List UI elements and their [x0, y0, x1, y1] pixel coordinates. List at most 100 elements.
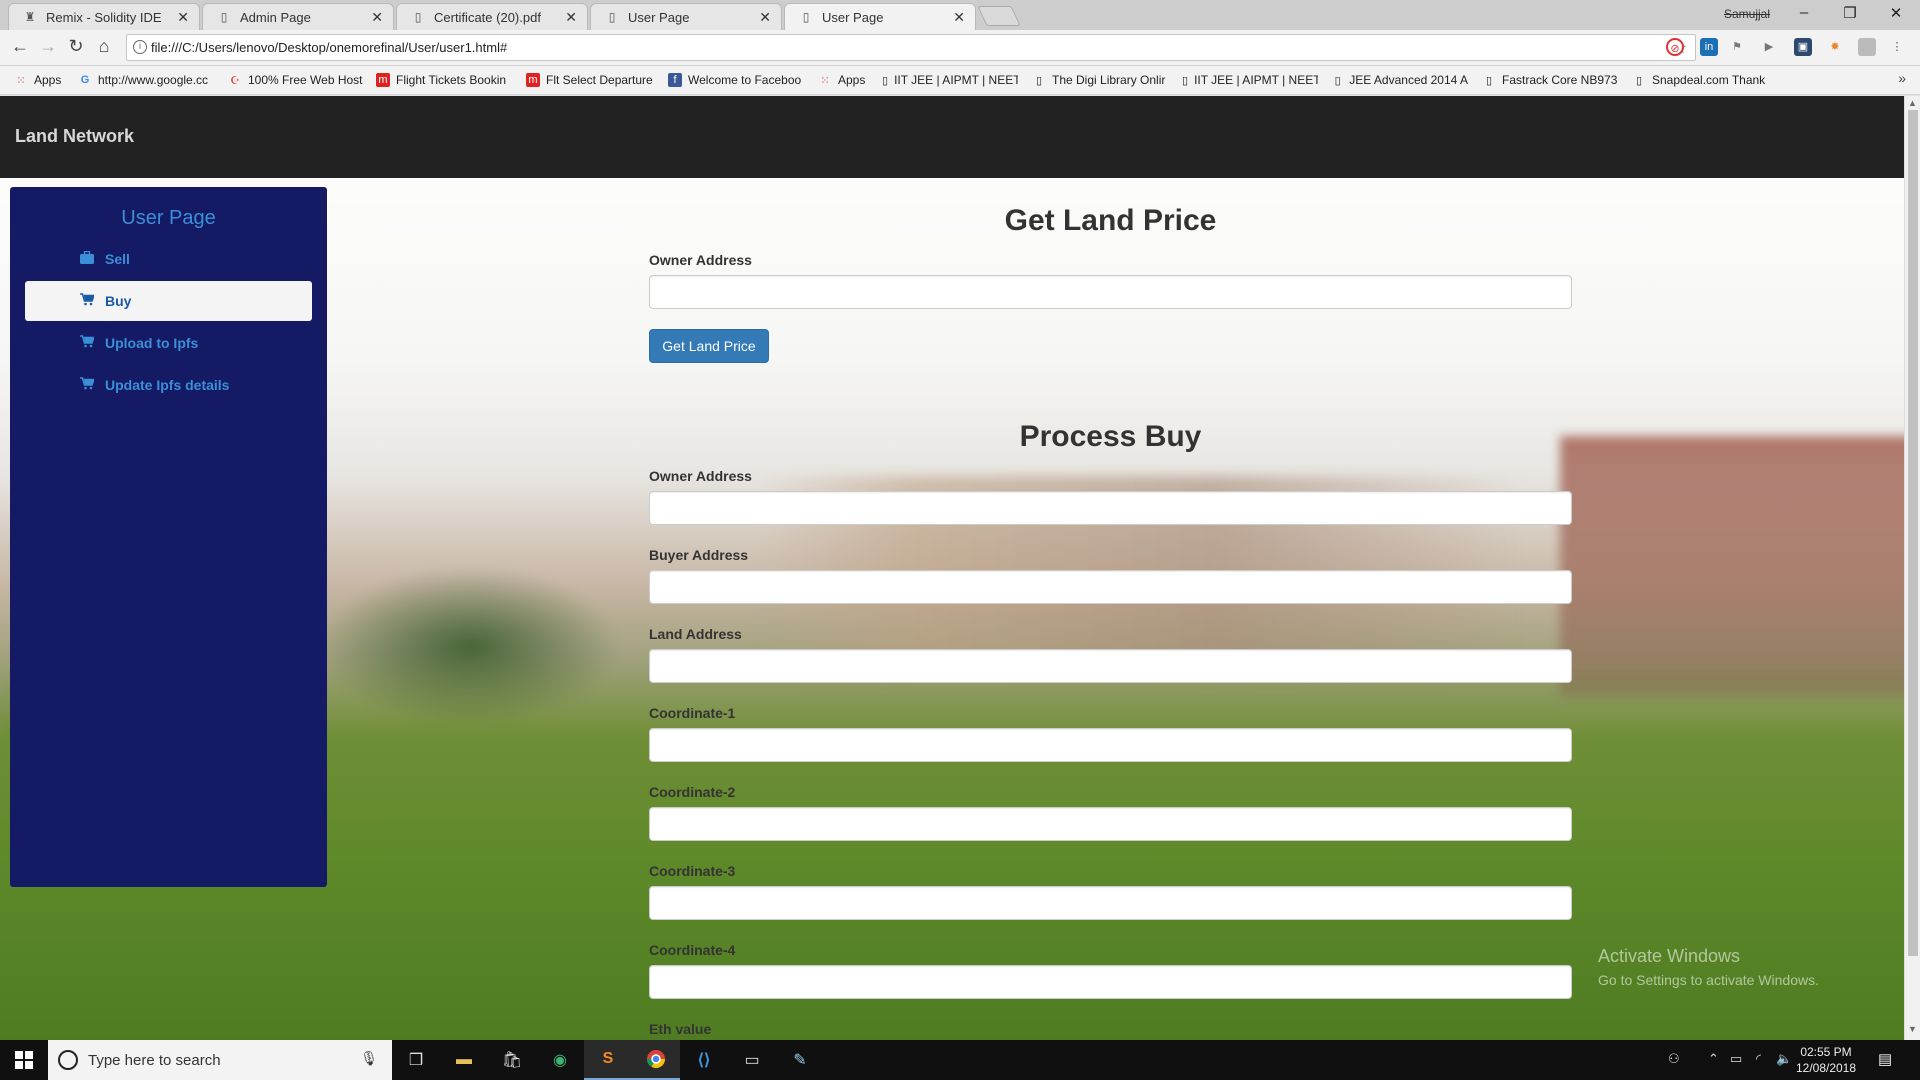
bookmarks-overflow-icon[interactable]: »	[1898, 70, 1906, 86]
info-icon[interactable]: i	[133, 40, 147, 54]
tab-title: Certificate (20).pdf	[434, 9, 541, 25]
clock-time: 02:55 PM	[1800, 1045, 1852, 1059]
notepad-icon[interactable]: ✎	[776, 1040, 824, 1080]
browser-tab[interactable]: ▯ Admin Page ✕	[202, 3, 394, 30]
coordinate-4-input[interactable]	[649, 965, 1572, 999]
close-tab-icon[interactable]: ✕	[953, 9, 965, 26]
scroll-down-icon[interactable]: ▼	[1908, 1024, 1917, 1034]
close-tab-icon[interactable]: ✕	[177, 9, 189, 26]
makemytrip-icon: m	[526, 73, 540, 87]
page-scrollbar[interactable]: ▲ ▼	[1904, 96, 1920, 1040]
extension-box-icon[interactable]: ▣	[1794, 38, 1812, 56]
sidebar-item-update-ipfs-details[interactable]: Update Ipfs details	[25, 365, 312, 405]
bookmark-item[interactable]: ▯ IIT JEE | AIPMT | NEET	[882, 73, 1018, 87]
windows-logo-icon	[15, 1051, 33, 1069]
forward-icon[interactable]: →	[36, 36, 60, 57]
owner-address-label: Owner Address	[649, 252, 752, 268]
extension-shield-icon[interactable]: ⚑	[1728, 38, 1746, 56]
new-tab-button[interactable]	[977, 6, 1021, 26]
sidebar-item-sell[interactable]: Sell	[25, 239, 312, 279]
app-green-icon[interactable]: ◉	[536, 1040, 584, 1080]
page-icon: ▯	[1182, 74, 1189, 87]
minimize-icon[interactable]: –	[1794, 4, 1814, 21]
browser-tab-active[interactable]: ▯ User Page ✕	[784, 3, 976, 30]
extension-fox-icon[interactable]: ✸	[1826, 38, 1844, 56]
sidebar-item-upload-to-ipfs[interactable]: Upload to Ipfs	[25, 323, 312, 363]
microphone-icon[interactable]: 🎙	[360, 1050, 378, 1067]
start-button[interactable]	[0, 1040, 48, 1080]
notifications-icon[interactable]: ▤	[1878, 1050, 1892, 1068]
bookmark-item[interactable]: Ghttp://www.google.cc	[78, 73, 216, 87]
chrome-icon[interactable]	[632, 1040, 680, 1080]
webhost-icon: ☪	[230, 74, 240, 87]
url-text: file:///C:/Users/lenovo/Desktop/onemoref…	[151, 40, 508, 55]
restore-icon[interactable]: ❐	[1840, 4, 1860, 22]
people-icon[interactable]: ⚇	[1668, 1051, 1680, 1067]
bookmark-item[interactable]: ☪ 100% Free Web Host	[228, 73, 364, 87]
extension-red-icon[interactable]: ⊘	[1666, 38, 1684, 56]
home-icon[interactable]: ⌂	[92, 36, 116, 57]
reload-icon[interactable]: ↻	[64, 36, 88, 57]
battery-icon[interactable]: ▭	[1730, 1051, 1742, 1067]
land-address-input[interactable]	[649, 649, 1572, 683]
facebook-icon: f	[668, 73, 682, 87]
vscode-icon[interactable]: ⟨⟩	[680, 1040, 728, 1080]
close-tab-icon[interactable]: ✕	[759, 9, 771, 26]
coordinate-1-input[interactable]	[649, 728, 1572, 762]
browser-tab[interactable]: ▯ Certificate (20).pdf ✕	[396, 3, 588, 30]
browser-tab[interactable]: ♜ Remix - Solidity IDE ✕	[8, 3, 200, 30]
bookmark-item[interactable]: m Flt Select Departure	[526, 73, 660, 87]
coordinate-4-label: Coordinate-4	[649, 942, 736, 958]
profile-name[interactable]: Samujjal	[1724, 7, 1770, 21]
buy-owner-address-input[interactable]	[649, 491, 1572, 525]
browser-tab[interactable]: ▯ User Page ✕	[590, 3, 782, 30]
sublime-text-icon[interactable]: S	[584, 1040, 632, 1080]
sidebar: User Page Sell Buy Upload to Ipfs Update…	[10, 187, 327, 887]
file-explorer-icon[interactable]: ▬	[440, 1040, 488, 1080]
bookmark-item[interactable]: m Flight Tickets Bookin	[376, 73, 516, 87]
bookmark-item[interactable]: ▯ Fastrack Core NB973	[1482, 73, 1618, 87]
scrollbar-thumb[interactable]	[1908, 110, 1918, 956]
briefcase-icon	[80, 250, 94, 265]
close-tab-icon[interactable]: ✕	[565, 9, 577, 26]
coordinate-3-label: Coordinate-3	[649, 863, 736, 879]
get-land-price-button[interactable]: Get Land Price	[649, 329, 769, 363]
taskbar-search-box[interactable]: Type here to search 🎙	[48, 1040, 392, 1080]
terminal-icon[interactable]: ▭	[728, 1040, 776, 1080]
bookmark-item[interactable]: ▯ Snapdeal.com Thank	[1632, 73, 1768, 87]
wifi-icon[interactable]: ◜	[1756, 1051, 1761, 1067]
tray-overflow-icon[interactable]: ⌃	[1708, 1051, 1719, 1067]
close-tab-icon[interactable]: ✕	[371, 9, 383, 26]
bookmark-item[interactable]: ⁙ Apps	[818, 73, 874, 87]
top-navbar: Land Network	[0, 96, 1904, 178]
back-icon[interactable]: ←	[8, 36, 32, 57]
task-view-icon[interactable]: ❒	[392, 1040, 440, 1080]
coordinate-3-input[interactable]	[649, 886, 1572, 920]
linkedin-extension-icon[interactable]: in	[1700, 38, 1718, 56]
taskbar-clock[interactable]: 02:55 PM 12/08/2018	[1790, 1044, 1862, 1076]
close-window-icon[interactable]: ✕	[1886, 4, 1906, 22]
bookmarks-bar: ⁙ Apps Ghttp://www.google.cc ☪ 100% Free W…	[0, 66, 1920, 95]
extension-gray-icon[interactable]	[1858, 38, 1876, 56]
bookmark-item[interactable]: ⁙ Apps	[14, 73, 74, 87]
bookmark-item[interactable]: ▯ IIT JEE | AIPMT | NEET	[1182, 73, 1318, 87]
scroll-up-icon[interactable]: ▲	[1908, 98, 1917, 108]
bookmark-item[interactable]: ▯ The Digi Library Onlir	[1032, 73, 1168, 87]
search-placeholder: Type here to search	[88, 1051, 221, 1069]
sidebar-title: User Page	[121, 207, 216, 229]
google-icon: G	[80, 74, 90, 86]
coordinate-2-input[interactable]	[649, 807, 1572, 841]
buyer-address-input[interactable]	[649, 570, 1572, 604]
store-icon[interactable]: 🛍	[488, 1040, 536, 1080]
bookmark-item[interactable]: f Welcome to Faceboo	[668, 73, 806, 87]
menu-dots-icon[interactable]: ⋮	[1888, 38, 1906, 56]
sidebar-item-buy[interactable]: Buy	[25, 281, 312, 321]
browser-toolbar: ← → ↻ ⌂ i file:///C:/Users/lenovo/Deskto…	[0, 30, 1920, 66]
extension-play-icon[interactable]: ▶	[1760, 38, 1778, 56]
address-bar[interactable]: i file:///C:/Users/lenovo/Desktop/onemor…	[126, 34, 1696, 61]
owner-address-input[interactable]	[649, 275, 1572, 309]
bookmark-item[interactable]: ▯ JEE Advanced 2014 A	[1332, 73, 1468, 87]
page-icon: ▯	[802, 10, 810, 24]
brand-logo-text[interactable]: Land Network	[15, 126, 134, 147]
apps-grid-icon: ⁙	[820, 74, 830, 87]
